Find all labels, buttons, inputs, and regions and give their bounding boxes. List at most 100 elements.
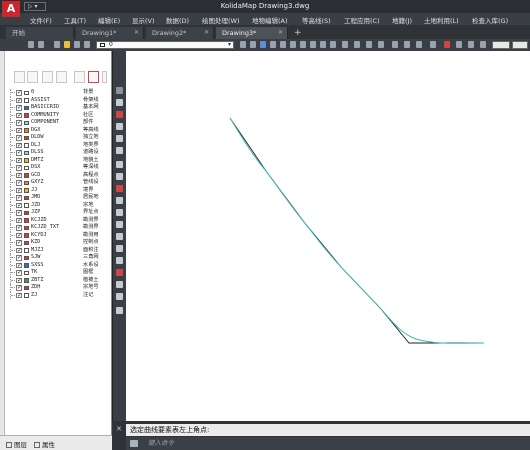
layer-row[interactable]: DLSS 道路设 bbox=[6, 149, 111, 157]
layer-row[interactable]: DLJ 地类界 bbox=[6, 141, 111, 149]
layer-color-swatch[interactable] bbox=[24, 135, 29, 140]
menu-feature-edit[interactable]: 地物编辑(A) bbox=[252, 15, 288, 25]
layer-properties-icon[interactable] bbox=[28, 41, 34, 48]
tab-drawing1[interactable]: Drawing1* ✕ bbox=[76, 27, 144, 39]
menu-land-use[interactable]: 土地利用(L) bbox=[424, 15, 459, 25]
tool-icon[interactable] bbox=[116, 197, 123, 204]
layer-row[interactable]: JZD 宗地 bbox=[6, 201, 111, 209]
toolbar-icon[interactable] bbox=[260, 41, 266, 48]
layer-color-swatch[interactable] bbox=[24, 165, 29, 170]
layer-visible-checkbox[interactable] bbox=[16, 217, 22, 223]
tool-icon[interactable] bbox=[116, 123, 123, 130]
layer-visible-checkbox[interactable] bbox=[16, 202, 22, 208]
layer-color-swatch[interactable] bbox=[24, 285, 29, 290]
layer-row[interactable]: 0 背景 bbox=[6, 89, 111, 97]
toolbar-icon[interactable] bbox=[404, 41, 410, 48]
layer-visible-checkbox[interactable] bbox=[16, 209, 22, 216]
layer-color-swatch[interactable] bbox=[24, 113, 29, 118]
layer-visible-checkbox[interactable] bbox=[16, 112, 22, 118]
app-logo-button[interactable]: A bbox=[2, 1, 20, 17]
toolbar-icon[interactable] bbox=[280, 41, 286, 48]
smoothed-curve[interactable] bbox=[229, 117, 485, 344]
tab-start[interactable]: 开始 bbox=[6, 27, 74, 39]
layer-visible-checkbox[interactable] bbox=[16, 164, 22, 171]
toolbar-icon[interactable] bbox=[468, 41, 474, 48]
layer-visible-checkbox[interactable] bbox=[16, 187, 22, 193]
layer-row[interactable]: MJZJ 面积注 bbox=[6, 246, 111, 254]
tool-icon[interactable] bbox=[116, 87, 123, 94]
menu-drawing-process[interactable]: 绘图处理(W) bbox=[202, 15, 240, 25]
layer-row[interactable]: ZDH 宗地号 bbox=[6, 284, 111, 292]
toolbar-icon[interactable] bbox=[310, 41, 316, 48]
menu-contour[interactable]: 等高线(S) bbox=[302, 15, 331, 25]
layer-visible-checkbox[interactable] bbox=[16, 104, 22, 111]
layer-visible-checkbox[interactable] bbox=[16, 89, 22, 96]
layer-color-swatch[interactable] bbox=[24, 180, 29, 185]
toolbar-icon[interactable] bbox=[330, 41, 336, 48]
layer-color-swatch[interactable] bbox=[24, 210, 29, 215]
layer-color-swatch[interactable] bbox=[24, 120, 29, 125]
toolbar-icon[interactable] bbox=[250, 41, 256, 48]
layer-filter-icon[interactable] bbox=[42, 71, 53, 83]
layer-check-icon[interactable] bbox=[88, 71, 99, 83]
tab-layers[interactable]: 图层 bbox=[6, 439, 27, 449]
toolbar-icon[interactable] bbox=[300, 41, 306, 48]
layer-visible-checkbox[interactable] bbox=[16, 232, 22, 238]
layer-row[interactable]: KCJZD_TXT 勘测界 bbox=[6, 224, 111, 232]
layer-color-swatch[interactable] bbox=[24, 188, 29, 193]
tool-icon[interactable] bbox=[116, 147, 123, 154]
menu-file[interactable]: 文件(F) bbox=[30, 15, 52, 25]
layer-visible-checkbox[interactable] bbox=[16, 239, 22, 246]
layer-state-icon[interactable] bbox=[38, 41, 44, 48]
layer-visible-checkbox[interactable] bbox=[16, 179, 22, 186]
layer-row[interactable]: JMD 居民地 bbox=[6, 194, 111, 202]
tool-icon[interactable] bbox=[116, 161, 123, 168]
layer-row[interactable]: GXYZ 管线设 bbox=[6, 179, 111, 187]
layer-color-swatch[interactable] bbox=[24, 248, 29, 253]
tool-icon[interactable] bbox=[116, 99, 123, 106]
toolbar-icon[interactable] bbox=[444, 41, 450, 48]
toolbar-icon[interactable] bbox=[354, 41, 360, 48]
layer-visible-checkbox[interactable] bbox=[16, 157, 22, 163]
layer-color-swatch[interactable] bbox=[24, 90, 29, 95]
layer-lock-icon[interactable] bbox=[84, 41, 90, 48]
toolbar-icon[interactable] bbox=[270, 41, 276, 48]
toolbar-icon[interactable] bbox=[320, 41, 326, 48]
layer-row[interactable]: KCJZD 勘测界 bbox=[6, 216, 111, 224]
layer-visible-checkbox[interactable] bbox=[16, 284, 22, 291]
layer-color-swatch[interactable] bbox=[24, 150, 29, 155]
layer-row[interactable]: DMTZ 地貌土 bbox=[6, 156, 111, 164]
layer-visible-checkbox[interactable] bbox=[16, 254, 22, 261]
layer-visible-checkbox[interactable] bbox=[16, 142, 22, 148]
toolbar-icon[interactable] bbox=[366, 41, 372, 48]
tab-drawing3[interactable]: Drawing3* ✕ bbox=[216, 27, 288, 39]
toolbar-mini-dropdown[interactable] bbox=[492, 41, 510, 49]
layer-visible-checkbox[interactable] bbox=[16, 194, 22, 201]
layer-visible-checkbox[interactable] bbox=[16, 247, 22, 253]
layer-visible-checkbox[interactable] bbox=[16, 262, 22, 268]
layer-on-icon[interactable] bbox=[64, 41, 70, 48]
layer-row[interactable]: ASSIST 骨架线 bbox=[6, 96, 111, 104]
toolbar-icon[interactable] bbox=[392, 41, 398, 48]
layer-row[interactable]: JZP 界址点 bbox=[6, 209, 111, 217]
layer-row[interactable]: COMMUNITY 社区 bbox=[6, 111, 111, 119]
layer-visible-checkbox[interactable] bbox=[16, 292, 22, 298]
layer-visible-checkbox[interactable] bbox=[16, 97, 22, 103]
layer-visible-checkbox[interactable] bbox=[16, 127, 22, 133]
tool-icon[interactable] bbox=[116, 281, 123, 288]
tool-icon[interactable] bbox=[116, 233, 123, 240]
layer-color-swatch[interactable] bbox=[24, 240, 29, 245]
tool-icon[interactable] bbox=[116, 221, 123, 228]
layer-color-swatch[interactable] bbox=[24, 105, 29, 110]
toolbar-icon[interactable] bbox=[342, 41, 348, 48]
tool-icon[interactable] bbox=[116, 245, 123, 252]
toolbar-mini-dropdown[interactable] bbox=[512, 41, 528, 49]
layer-color-swatch[interactable] bbox=[24, 173, 29, 178]
layer-color-swatch[interactable] bbox=[24, 233, 29, 238]
tool-icon[interactable] bbox=[116, 135, 123, 142]
toolbar-icon[interactable] bbox=[430, 41, 436, 48]
menu-tools[interactable]: 工具(T) bbox=[64, 15, 86, 25]
layer-row[interactable]: COMPONENT 部件 bbox=[6, 119, 111, 127]
layer-row[interactable]: KCYDJ 勘测用 bbox=[6, 231, 111, 239]
layer-color-swatch[interactable] bbox=[24, 195, 29, 200]
